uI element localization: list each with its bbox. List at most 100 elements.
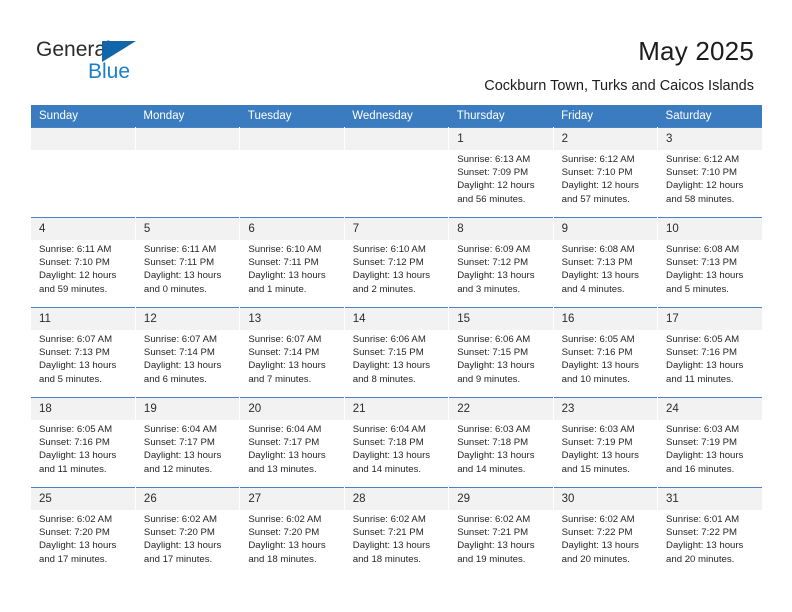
sunset-time: Sunset: 7:12 PM	[352, 257, 424, 269]
sun-info: Sunrise: 6:07 AM Sunset: 7:14 PM Daylight:…	[240, 330, 343, 386]
blue-triangle-flag-icon	[102, 41, 136, 62]
day-number: 5	[135, 218, 240, 240]
sunset-time: Sunset: 7:20 PM	[39, 527, 110, 539]
sunset-time: Sunset: 7:16 PM	[39, 437, 110, 449]
daylight-duration-line1: Daylight: 12 hours	[39, 270, 117, 282]
sun-info: Sunrise: 6:05 AM Sunset: 7:16 PM Daylight:…	[554, 330, 657, 386]
daylight-duration-line2: and 18 minutes.	[248, 553, 317, 565]
calendar-day-cell[interactable]: 19 Sunrise: 6:04 AM Sunset: 7:17 PM Dayligh…	[135, 397, 241, 488]
sunset-time: Sunset: 7:19 PM	[561, 437, 633, 449]
calendar-day-cell[interactable]: 16 Sunrise: 6:05 AM Sunset: 7:16 PM Dayligh…	[553, 307, 659, 398]
calendar-day-cell[interactable]: 8 Sunrise: 6:09 AM Sunset: 7:12 PM Daylight…	[448, 217, 554, 308]
sun-info: Sunrise: 6:07 AM Sunset: 7:13 PM Daylight:…	[31, 330, 135, 386]
sunset-time: Sunset: 7:22 PM	[666, 527, 737, 539]
sunrise-time: Sunrise: 6:10 AM	[248, 244, 322, 255]
calendar-day-cell[interactable]: 31 Sunrise: 6:01 AM Sunset: 7:22 PM Dayligh…	[657, 487, 762, 578]
day-number: 17	[658, 308, 762, 330]
calendar-day-cell[interactable]: 14 Sunrise: 6:06 AM Sunset: 7:15 PM Dayligh…	[344, 307, 450, 398]
day-number: 31	[658, 488, 762, 510]
daylight-duration-line2: and 11 minutes.	[666, 373, 734, 385]
daylight-duration-line2: and 59 minutes.	[39, 283, 108, 295]
calendar-day-cell[interactable]: 5 Sunrise: 6:11 AM Sunset: 7:11 PM Daylight…	[135, 217, 241, 308]
daylight-duration-line2: and 9 minutes.	[457, 373, 521, 385]
calendar-day-cell[interactable]: 10 Sunrise: 6:08 AM Sunset: 7:13 PM Dayligh…	[657, 217, 762, 308]
calendar-day-cell[interactable]: 24 Sunrise: 6:03 AM Sunset: 7:19 PM Dayligh…	[657, 397, 762, 488]
calendar-day-cell[interactable]: 22 Sunrise: 6:03 AM Sunset: 7:18 PM Dayligh…	[448, 397, 554, 488]
calendar-day-cell[interactable]: 29 Sunrise: 6:02 AM Sunset: 7:21 PM Dayligh…	[448, 487, 554, 578]
calendar-day-cell[interactable]: 3 Sunrise: 6:12 AM Sunset: 7:10 PM Daylight…	[657, 127, 762, 218]
sun-info: Sunrise: 6:02 AM Sunset: 7:20 PM Daylight:…	[31, 510, 135, 566]
sunrise-time: Sunrise: 6:03 AM	[561, 424, 635, 435]
calendar-day-cell[interactable]: 6 Sunrise: 6:10 AM Sunset: 7:11 PM Daylight…	[239, 217, 345, 308]
daylight-duration-line1: Daylight: 13 hours	[143, 360, 222, 372]
sunset-time: Sunset: 7:15 PM	[457, 347, 529, 359]
calendar-day-cell[interactable]: 12 Sunrise: 6:07 AM Sunset: 7:14 PM Dayligh…	[135, 307, 241, 398]
calendar-day-cell[interactable]: 23 Sunrise: 6:03 AM Sunset: 7:19 PM Dayligh…	[553, 397, 659, 488]
sunset-time: Sunset: 7:10 PM	[561, 167, 633, 179]
sunrise-time: Sunrise: 6:09 AM	[457, 244, 531, 255]
day-number: 1	[449, 128, 553, 150]
calendar-day-cell[interactable]: 21 Sunrise: 6:04 AM Sunset: 7:18 PM Dayligh…	[344, 397, 450, 488]
calendar-day-cell[interactable]: 11 Sunrise: 6:07 AM Sunset: 7:13 PM Dayligh…	[31, 307, 136, 398]
daylight-duration-line2: and 3 minutes.	[457, 283, 521, 295]
day-number: 25	[31, 488, 135, 510]
brand-name-blue: Blue	[88, 60, 131, 83]
calendar-day-cell[interactable]: 7 Sunrise: 6:10 AM Sunset: 7:12 PM Daylight…	[344, 217, 450, 308]
sunrise-time: Sunrise: 6:05 AM	[39, 424, 113, 435]
calendar-day-cell[interactable]: 13 Sunrise: 6:07 AM Sunset: 7:14 PM Dayligh…	[239, 307, 345, 398]
sun-info: Sunrise: 6:09 AM Sunset: 7:12 PM Daylight:…	[449, 240, 552, 296]
brand-logo[interactable]: General Blue	[36, 38, 166, 86]
sun-info: Sunrise: 6:04 AM Sunset: 7:17 PM Daylight:…	[240, 420, 343, 476]
sunset-time: Sunset: 7:20 PM	[248, 527, 320, 539]
calendar-day-cell[interactable]: 27 Sunrise: 6:02 AM Sunset: 7:20 PM Dayligh…	[239, 487, 345, 578]
calendar-day-cell[interactable]: 1 Sunrise: 6:13 AM Sunset: 7:09 PM Daylight…	[448, 127, 554, 218]
sunset-time: Sunset: 7:21 PM	[457, 527, 529, 539]
calendar-day-cell[interactable]: 17 Sunrise: 6:05 AM Sunset: 7:16 PM Dayligh…	[657, 307, 762, 398]
daylight-duration-line2: and 19 minutes.	[457, 553, 526, 565]
sunrise-time: Sunrise: 6:11 AM	[39, 244, 112, 255]
sun-info: Sunrise: 6:06 AM Sunset: 7:15 PM Daylight:…	[449, 330, 552, 386]
calendar-day-cell[interactable]: 25 Sunrise: 6:02 AM Sunset: 7:20 PM Dayligh…	[31, 487, 136, 578]
day-number: 15	[449, 308, 553, 330]
calendar-day-cell[interactable]: 20 Sunrise: 6:04 AM Sunset: 7:17 PM Dayligh…	[239, 397, 345, 488]
daylight-duration-line1: Daylight: 13 hours	[352, 450, 431, 462]
sun-info: Sunrise: 6:12 AM Sunset: 7:10 PM Daylight:…	[658, 150, 762, 206]
calendar-day-cell[interactable]: 4 Sunrise: 6:11 AM Sunset: 7:10 PM Daylight…	[31, 217, 136, 308]
day-number: 2	[553, 128, 658, 150]
daylight-duration-line1: Daylight: 13 hours	[561, 270, 639, 282]
calendar-day-cell[interactable]: 15 Sunrise: 6:06 AM Sunset: 7:15 PM Dayligh…	[448, 307, 554, 398]
weekday-header-thursday: Thursday	[448, 105, 554, 128]
sunrise-time: Sunrise: 6:10 AM	[352, 244, 426, 255]
daylight-duration-line1: Daylight: 13 hours	[39, 540, 117, 552]
day-number: 19	[135, 398, 240, 420]
daylight-duration-line1: Daylight: 13 hours	[143, 540, 222, 552]
sun-info: Sunrise: 6:12 AM Sunset: 7:10 PM Daylight:…	[554, 150, 657, 206]
calendar-day-cell[interactable]: 28 Sunrise: 6:02 AM Sunset: 7:21 PM Dayligh…	[344, 487, 450, 578]
brand-name-general: General	[36, 38, 111, 61]
day-number: 26	[135, 488, 240, 510]
day-number: 9	[553, 218, 658, 240]
calendar-week-row: 11 Sunrise: 6:07 AM Sunset: 7:13 PM Dayligh…	[31, 307, 762, 398]
calendar-day-cell-empty	[344, 127, 450, 218]
calendar-day-cell[interactable]: 30 Sunrise: 6:02 AM Sunset: 7:22 PM Dayligh…	[553, 487, 659, 578]
weekday-header-sunday: Sunday	[31, 105, 136, 128]
calendar-day-cell[interactable]: 9 Sunrise: 6:08 AM Sunset: 7:13 PM Daylight…	[553, 217, 659, 308]
weekday-header-row: Sunday Monday Tuesday Wednesday Thursday Frid…	[31, 105, 762, 128]
calendar-day-cell[interactable]: 2 Sunrise: 6:12 AM Sunset: 7:10 PM Daylight…	[553, 127, 659, 218]
sunset-time: Sunset: 7:11 PM	[248, 257, 319, 269]
sunrise-time: Sunrise: 6:02 AM	[143, 514, 217, 525]
calendar-day-cell[interactable]: 18 Sunrise: 6:05 AM Sunset: 7:16 PM Dayligh…	[31, 397, 136, 488]
sunrise-time: Sunrise: 6:02 AM	[561, 514, 635, 525]
calendar-grid: Sunday Monday Tuesday Wednesday Thursday Frid…	[31, 105, 762, 578]
sunset-time: Sunset: 7:09 PM	[457, 167, 529, 179]
sunset-time: Sunset: 7:10 PM	[666, 167, 737, 179]
sunset-time: Sunset: 7:22 PM	[561, 527, 633, 539]
daylight-duration-line2: and 6 minutes.	[143, 373, 207, 385]
daylight-duration-line1: Daylight: 13 hours	[352, 360, 431, 372]
sun-info: Sunrise: 6:08 AM Sunset: 7:13 PM Daylight:…	[658, 240, 762, 296]
calendar-day-cell[interactable]: 26 Sunrise: 6:02 AM Sunset: 7:20 PM Dayligh…	[135, 487, 241, 578]
daylight-duration-line2: and 8 minutes.	[352, 373, 416, 385]
sun-info: Sunrise: 6:04 AM Sunset: 7:17 PM Daylight:…	[136, 420, 239, 476]
sunset-time: Sunset: 7:10 PM	[39, 257, 110, 269]
sun-info: Sunrise: 6:05 AM Sunset: 7:16 PM Daylight:…	[658, 330, 762, 386]
